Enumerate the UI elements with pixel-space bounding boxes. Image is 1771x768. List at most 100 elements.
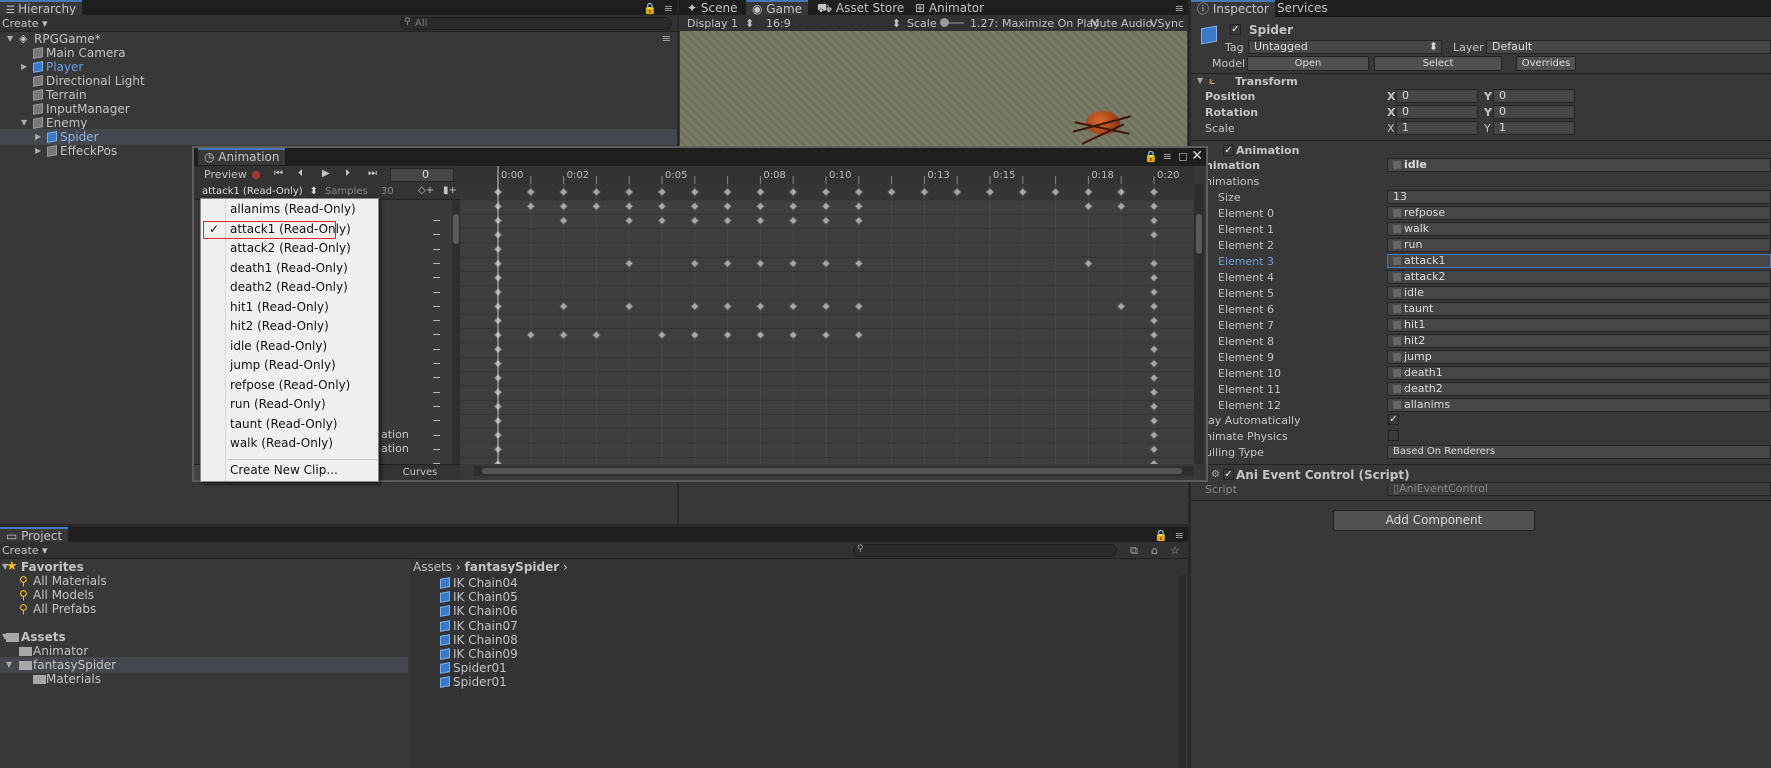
element-clip-field[interactable]: death1: [1387, 366, 1771, 380]
open-button[interactable]: Open: [1247, 56, 1369, 71]
clip-menu-item[interactable]: jump (Read-Only): [201, 356, 378, 375]
clip-menu-item[interactable]: idle (Read-Only): [201, 337, 378, 356]
window-menu-icon[interactable]: ≡: [1163, 150, 1172, 163]
panel-menu-icon[interactable]: ≡: [1175, 2, 1184, 15]
element-clip-field[interactable]: walk: [1387, 222, 1771, 236]
element-clip-field[interactable]: attack2: [1387, 270, 1771, 284]
dopesheet[interactable]: 0:00 0:02 0:05 0:08 0:10 0:13 0:15 0:18 0:20: [460, 166, 1194, 464]
remove-property-icon[interactable]: −: [432, 271, 441, 284]
add-keyframe-icon[interactable]: ◇+: [418, 185, 434, 196]
clip-dropdown[interactable]: attack1 (Read-Only) ⬍: [202, 185, 320, 198]
position-y-field[interactable]: 0: [1493, 89, 1575, 103]
remove-property-icon[interactable]: −: [432, 429, 441, 442]
property-scrollbar[interactable]: [452, 200, 460, 464]
size-field[interactable]: 13: [1387, 190, 1771, 204]
clip-menu-item[interactable]: death1 (Read-Only): [201, 259, 378, 278]
last-keyframe-icon[interactable]: ⏭: [368, 168, 377, 179]
project-search-input[interactable]: ⚲: [853, 544, 1117, 557]
clip-menu-item[interactable]: attack2 (Read-Only): [201, 239, 378, 258]
maximize-icon[interactable]: ◻: [1178, 149, 1188, 163]
lock-icon[interactable]: 🔒: [643, 2, 657, 15]
aspect-dropdown[interactable]: 16:9 ⬍: [766, 15, 901, 32]
file-item[interactable]: Spider01: [410, 674, 1188, 690]
filter-label-icon[interactable]: ⌂: [1151, 544, 1158, 557]
animate-physics-checkbox[interactable]: [1388, 430, 1399, 441]
preview-toggle[interactable]: Preview: [204, 168, 247, 182]
script-enabled-checkbox[interactable]: ✓: [1223, 469, 1234, 480]
tab-animation[interactable]: ◷ Animation: [198, 148, 286, 165]
display-dropdown[interactable]: Display 1 ⬍: [687, 15, 754, 32]
remove-property-icon[interactable]: −: [432, 357, 441, 370]
element-clip-field[interactable]: hit2: [1387, 334, 1771, 348]
element-clip-field[interactable]: run: [1387, 238, 1771, 252]
element-clip-field[interactable]: death2: [1387, 382, 1771, 396]
frame-field[interactable]: 0: [390, 168, 454, 182]
remove-property-icon[interactable]: −: [432, 257, 441, 270]
record-icon[interactable]: [252, 171, 260, 179]
maximize-on-play-toggle[interactable]: Maximize On Play: [1002, 15, 1100, 32]
next-keyframe-icon[interactable]: ⏵: [345, 168, 350, 179]
rotation-y-field[interactable]: 0: [1493, 105, 1575, 119]
element-clip-field[interactable]: allanims: [1387, 398, 1771, 412]
play-automatically-checkbox[interactable]: ✓: [1388, 414, 1399, 425]
scale-y-field[interactable]: 1: [1493, 121, 1575, 135]
remove-property-icon[interactable]: −: [432, 314, 441, 327]
curves-tab[interactable]: Curves: [380, 464, 460, 480]
clip-menu-item[interactable]: taunt (Read-Only): [201, 415, 378, 434]
select-button[interactable]: Select: [1374, 56, 1502, 71]
create-new-clip-item[interactable]: Create New Clip...: [201, 461, 378, 480]
position-x-field[interactable]: 0: [1396, 89, 1478, 103]
remove-property-icon[interactable]: −: [432, 214, 441, 227]
remove-property-icon[interactable]: −: [432, 328, 441, 341]
remove-property-icon[interactable]: −: [432, 414, 441, 427]
vsync-toggle[interactable]: VSync: [1150, 15, 1184, 32]
favorite-star-icon[interactable]: ☆: [1170, 544, 1180, 557]
remove-property-icon[interactable]: −: [432, 371, 441, 384]
element-clip-field[interactable]: hit1: [1387, 318, 1771, 332]
tag-dropdown[interactable]: Untagged ⬍: [1248, 40, 1442, 54]
game-view[interactable]: [680, 31, 1187, 146]
remove-property-icon[interactable]: −: [432, 243, 441, 256]
breadcrumb-assets[interactable]: Assets: [413, 560, 452, 574]
play-icon[interactable]: ▶: [322, 168, 330, 179]
samples-value[interactable]: 30: [381, 183, 394, 200]
first-keyframe-icon[interactable]: ⏮: [274, 168, 283, 179]
rotation-x-field[interactable]: 0: [1396, 105, 1478, 119]
prev-keyframe-icon[interactable]: ⏴: [298, 168, 303, 179]
remove-property-icon[interactable]: −: [432, 443, 441, 456]
tree-item-all-prefabs[interactable]: ⚲ All Prefabs: [0, 601, 408, 617]
clip-menu-item[interactable]: allanims (Read-Only): [201, 200, 378, 219]
element-clip-field[interactable]: idle: [1387, 286, 1771, 300]
foldout-arrow-icon[interactable]: ▼: [1197, 76, 1207, 85]
create-dropdown[interactable]: Create ▾: [2, 15, 48, 32]
dopesheet-vscrollbar[interactable]: [1194, 184, 1204, 464]
add-component-button[interactable]: Add Component: [1333, 510, 1535, 531]
clip-menu-item[interactable]: death2 (Read-Only): [201, 278, 378, 297]
file-scrollbar[interactable]: [1178, 575, 1186, 768]
element-clip-field[interactable]: jump: [1387, 350, 1771, 364]
clip-menu-item[interactable]: refpose (Read-Only): [201, 376, 378, 395]
remove-property-icon[interactable]: −: [432, 286, 441, 299]
filter-type-icon[interactable]: ⧉: [1130, 544, 1138, 558]
dopesheet-hscrollbar[interactable]: [474, 466, 1194, 476]
clip-menu-item[interactable]: walk (Read-Only): [201, 434, 378, 453]
remove-property-icon[interactable]: −: [432, 386, 441, 399]
culling-type-dropdown[interactable]: Based On Renderers: [1387, 445, 1771, 459]
remove-property-icon[interactable]: −: [432, 228, 441, 241]
panel-menu-icon[interactable]: ≡: [664, 2, 673, 15]
element-clip-field[interactable]: refpose: [1387, 206, 1771, 220]
lock-icon[interactable]: 🔒: [1154, 529, 1168, 542]
tab-inspector[interactable]: ⓘ Inspector: [1191, 0, 1275, 17]
breadcrumb-fantasyspider[interactable]: fantasySpider: [465, 560, 560, 574]
clip-menu-item[interactable]: hit1 (Read-Only): [201, 298, 378, 317]
remove-property-icon[interactable]: −: [432, 343, 441, 356]
clip-menu-item[interactable]: run (Read-Only): [201, 395, 378, 414]
panel-menu-icon[interactable]: ≡: [1175, 529, 1184, 542]
mute-audio-toggle[interactable]: Mute Audio: [1090, 15, 1152, 32]
animation-enabled-checkbox[interactable]: ✓: [1223, 145, 1234, 156]
element-clip-field[interactable]: taunt: [1387, 302, 1771, 316]
clip-menu-item[interactable]: hit2 (Read-Only): [201, 317, 378, 336]
element-clip-field[interactable]: attack1: [1387, 254, 1771, 268]
remove-property-icon[interactable]: −: [432, 400, 441, 413]
create-dropdown[interactable]: Create ▾: [2, 542, 48, 559]
